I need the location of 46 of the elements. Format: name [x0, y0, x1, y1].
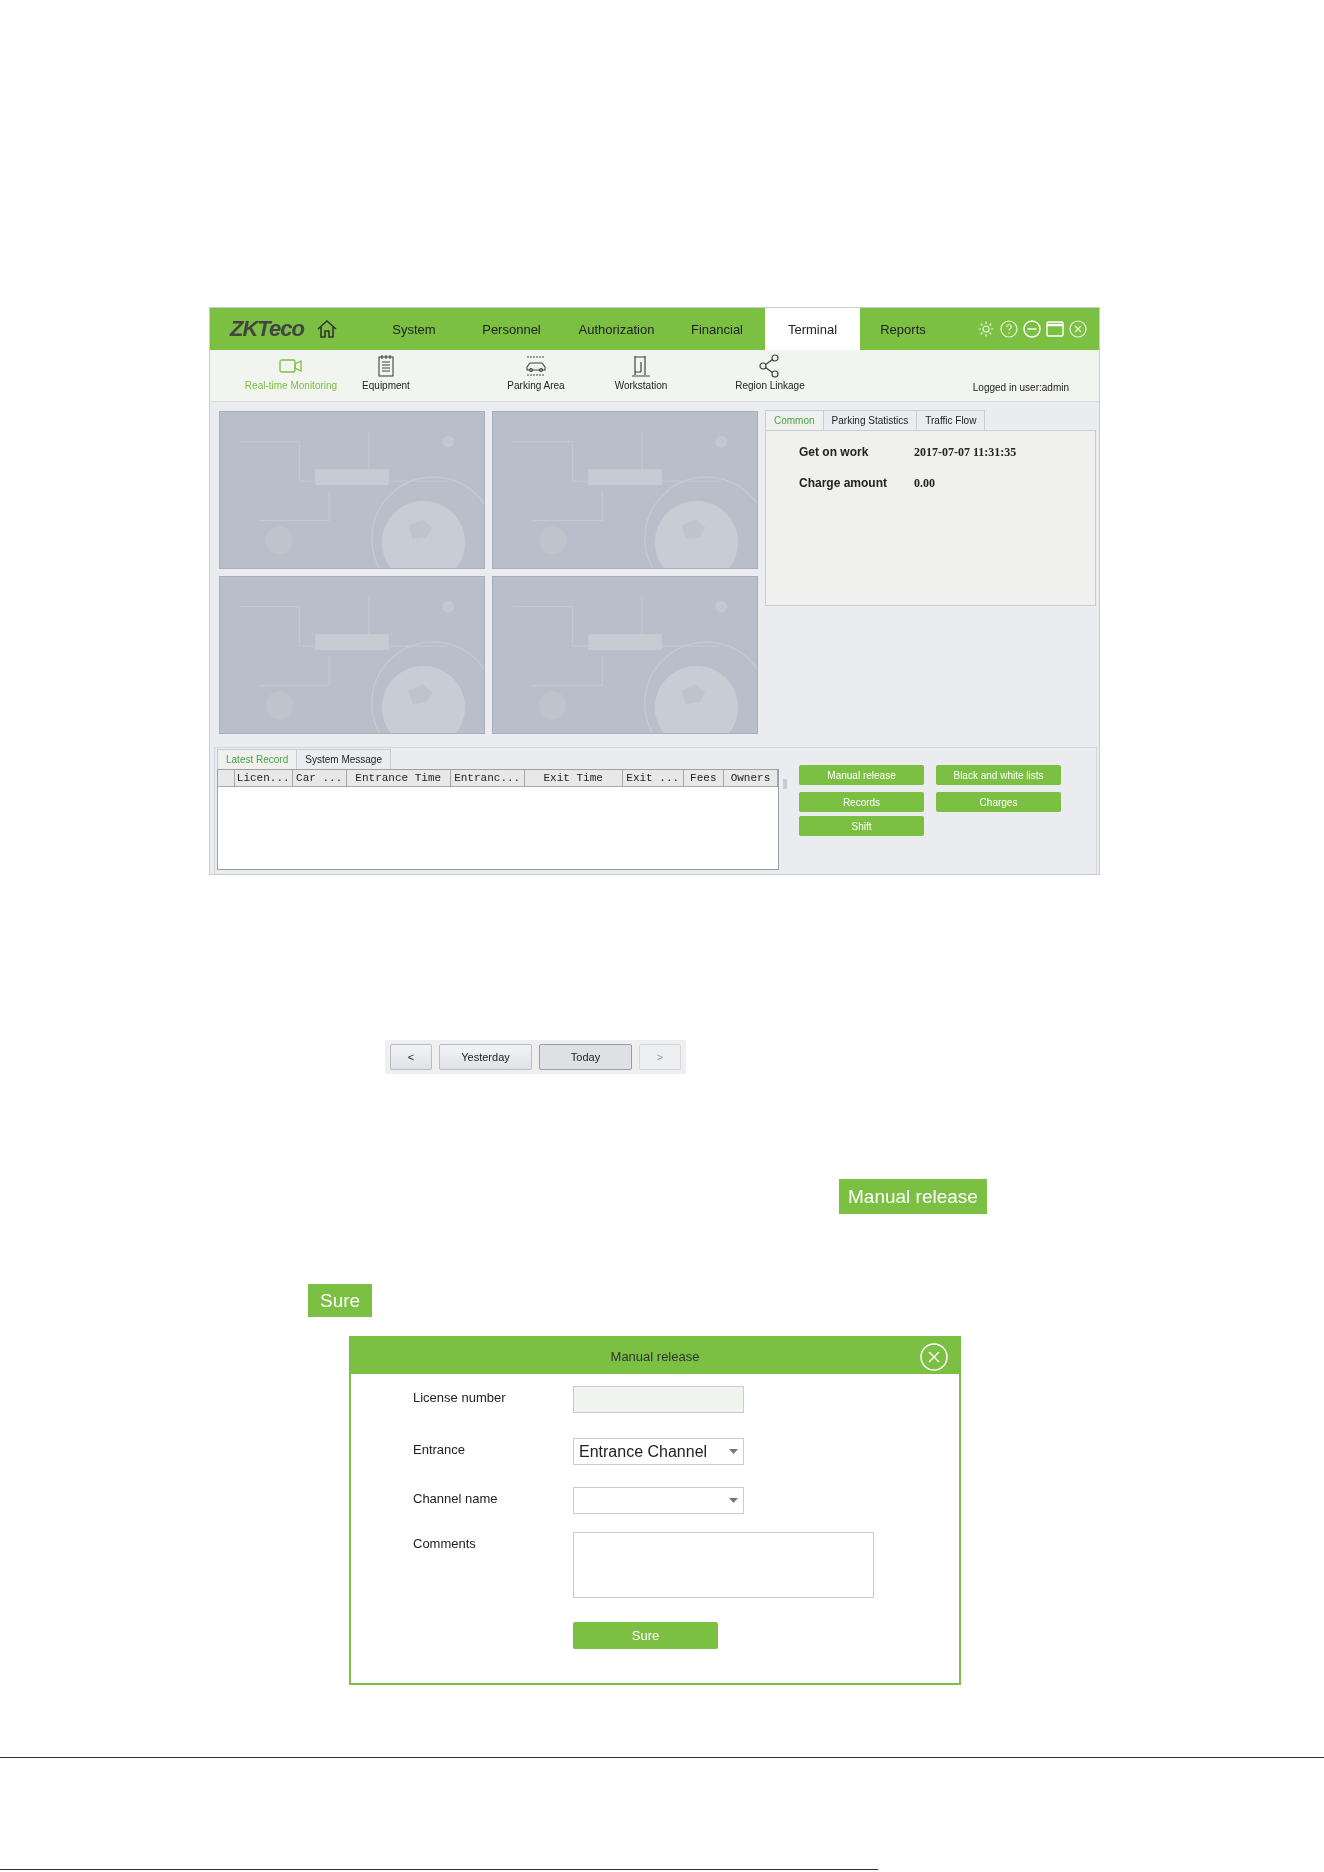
help-icon[interactable]	[1000, 320, 1018, 338]
column-header: Owners	[723, 770, 778, 786]
field-label: Charge amount	[799, 476, 888, 491]
caret-icon	[729, 1498, 738, 1503]
field-label: Entrance	[413, 1441, 467, 1459]
maximize-icon[interactable]	[1046, 320, 1064, 338]
field-label: Get on work	[799, 445, 870, 460]
resize-grip-icon[interactable]	[783, 779, 787, 789]
close-icon[interactable]	[1069, 320, 1087, 338]
tab[interactable]: Traffic Flow	[916, 410, 986, 430]
column-header: Exit ...	[622, 770, 684, 786]
toolbar-item[interactable]: Equipment	[346, 350, 426, 401]
column-header: Entrance Time	[346, 770, 451, 786]
home-icon[interactable]	[316, 318, 338, 340]
field-value: 2017-07-07 11:31:35	[914, 445, 1017, 460]
column-header: Exit Time	[524, 770, 623, 786]
toolbar-item[interactable]: Parking Area	[486, 350, 586, 401]
menu-tab[interactable]: Personnel	[459, 308, 564, 350]
column-header: Entranc...	[450, 770, 525, 786]
field-value: 0.00	[914, 476, 935, 491]
field-label: Channel name	[413, 1490, 499, 1508]
comments-field[interactable]	[573, 1532, 874, 1598]
car-icon	[523, 354, 549, 378]
field-label: License number	[413, 1389, 507, 1407]
menu-tab[interactable]: Terminal	[765, 308, 860, 350]
settings-icon[interactable]	[977, 320, 995, 338]
date-button[interactable]: Yesterday	[439, 1044, 532, 1070]
column-header: Fees	[683, 770, 724, 786]
menu-tab[interactable]: System	[369, 308, 459, 350]
menu-tab[interactable]: Authorization	[564, 308, 669, 350]
minimize-icon[interactable]	[1023, 320, 1041, 338]
date-button[interactable]: <	[390, 1044, 432, 1070]
tab[interactable]: System Message	[296, 749, 391, 769]
column-header: Licen...	[234, 770, 293, 786]
date-button[interactable]: Today	[539, 1044, 632, 1070]
dropdown[interactable]	[573, 1487, 744, 1514]
toolbar-item[interactable]: Region Linkage	[720, 350, 820, 401]
toolbar-item[interactable]: Workstation	[591, 350, 691, 401]
menu-tab[interactable]: Financial	[669, 308, 765, 350]
field-label: Comments	[413, 1535, 477, 1553]
menu-tab[interactable]: Reports	[860, 308, 946, 350]
user-label: Logged in user:admin	[972, 382, 1069, 393]
dropdown[interactable]: Entrance Channel	[573, 1438, 744, 1465]
column-header: Car ...	[292, 770, 347, 786]
caret-icon	[729, 1449, 738, 1454]
dialog-title: Manual release	[610, 1348, 700, 1364]
